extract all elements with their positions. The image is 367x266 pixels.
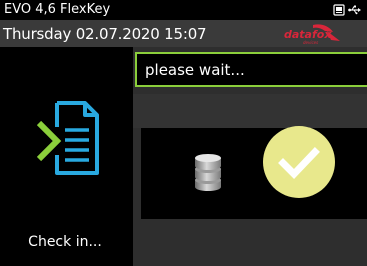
screen-icon — [333, 4, 345, 16]
date-time: Thursday 02.07.2020 15:07 — [3, 25, 207, 43]
device-name: EVO 4,6 FlexKey — [4, 2, 111, 17]
svg-text:devices: devices — [303, 40, 318, 45]
divider-band — [133, 94, 367, 128]
status-icons — [333, 3, 361, 17]
usb-icon — [348, 5, 361, 15]
message-text: please wait... — [145, 61, 245, 79]
divider-band — [133, 219, 367, 266]
document-arrow-icon — [37, 101, 99, 175]
status-bar: EVO 4,6 FlexKey — [0, 0, 367, 20]
datafox-logo: datafox devices — [284, 24, 340, 45]
database-icon — [195, 154, 221, 191]
checkmark-circle-icon — [263, 126, 335, 198]
message-box: please wait... — [135, 52, 367, 87]
action-panel: Check in... — [0, 47, 130, 266]
action-label: Check in... — [28, 234, 102, 250]
header-bar: Thursday 02.07.2020 15:07 datafox device… — [0, 20, 367, 47]
terminal-screen: EVO 4,6 FlexKey Thursday 02.07.2020 15:0… — [0, 0, 367, 266]
